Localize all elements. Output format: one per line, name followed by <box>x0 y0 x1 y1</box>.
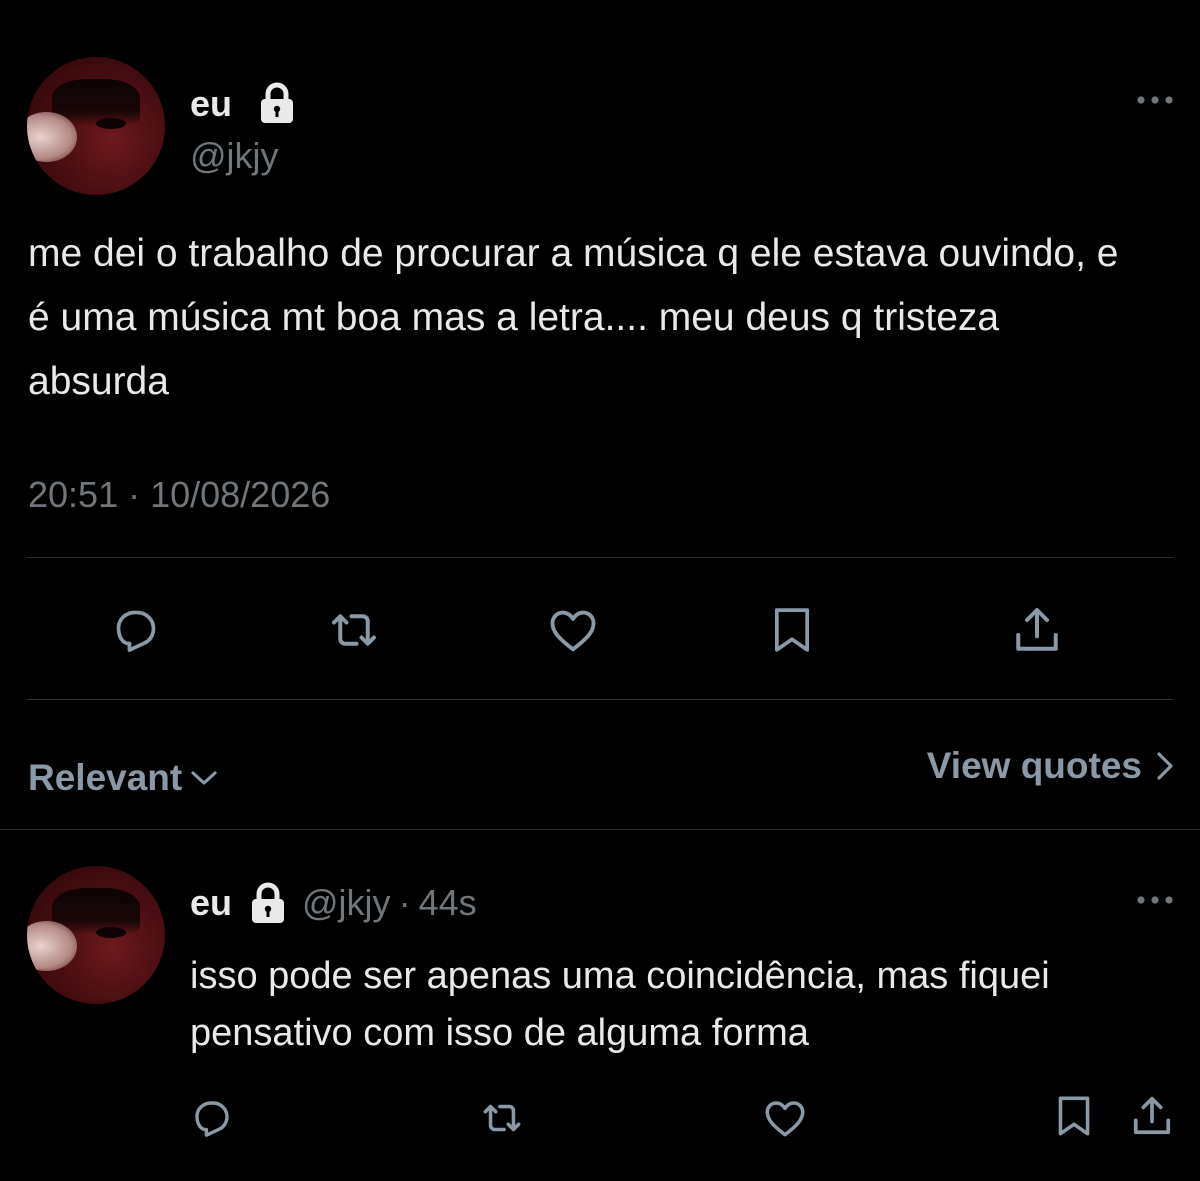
bookmark-icon[interactable] <box>760 598 824 662</box>
view-quotes-link[interactable]: View quotes <box>927 744 1174 788</box>
chevron-right-icon <box>1156 751 1174 781</box>
like-icon[interactable] <box>541 598 605 662</box>
share-icon[interactable] <box>1126 1090 1178 1142</box>
share-icon[interactable] <box>1005 598 1069 662</box>
tweet-text: me dei o trabalho de procurar a música q… <box>28 232 1119 403</box>
avatar[interactable] <box>27 57 165 195</box>
lock-icon <box>248 882 288 924</box>
author-handle[interactable]: @jkjy <box>302 882 391 924</box>
view-quotes-label: View quotes <box>926 745 1142 786</box>
sort-dropdown[interactable]: Relevant <box>28 756 218 800</box>
reply-icon[interactable] <box>104 598 168 662</box>
like-icon[interactable] <box>759 1092 811 1144</box>
author-name[interactable]: eu <box>190 82 232 126</box>
reply-text: isso pode ser apenas uma coincidência, m… <box>190 955 1050 1054</box>
avatar[interactable] <box>27 866 165 1004</box>
sort-label: Relevant <box>28 757 183 798</box>
lock-icon <box>257 82 297 124</box>
reply-header: eu @jkjy · 44s <box>190 880 477 926</box>
bookmark-icon[interactable] <box>1048 1090 1100 1142</box>
reply-time[interactable]: 44s <box>419 882 477 924</box>
reply-icon[interactable] <box>186 1092 238 1144</box>
divider <box>27 699 1173 700</box>
separator: · <box>398 882 411 923</box>
more-dots-icon[interactable] <box>1130 888 1180 912</box>
divider <box>0 829 1200 830</box>
author-handle[interactable]: @jkjy <box>190 134 279 178</box>
tweet-timestamp[interactable]: 20:51 · 10/08/2026 <box>28 473 330 517</box>
author-name[interactable]: eu <box>190 882 232 924</box>
chevron-down-icon <box>190 768 218 788</box>
retweet-icon[interactable] <box>476 1092 528 1144</box>
retweet-icon[interactable] <box>322 598 386 662</box>
divider <box>27 557 1173 558</box>
more-dots-icon[interactable] <box>1130 88 1180 112</box>
